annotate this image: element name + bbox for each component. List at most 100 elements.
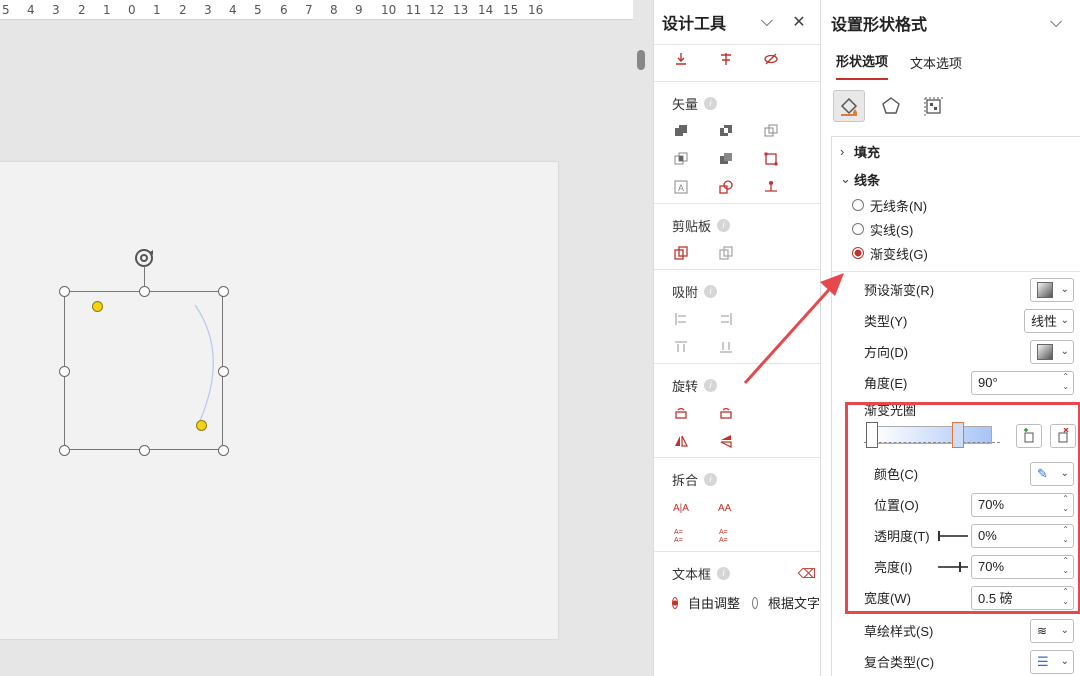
- option-solid-line[interactable]: 实线(S): [832, 217, 1080, 241]
- edit-points-icon[interactable]: [762, 151, 780, 167]
- info-icon[interactable]: i: [717, 567, 731, 580]
- scrollbar[interactable]: [633, 0, 653, 676]
- chevron-down-icon[interactable]: ⌵: [1050, 14, 1080, 32]
- gradient-stop-bar[interactable]: [864, 422, 1040, 452]
- ruler-number: 5: [254, 3, 262, 17]
- resize-handle[interactable]: [218, 366, 229, 377]
- snap-bottom-icon[interactable]: [717, 339, 735, 355]
- type-value: 线性: [1031, 314, 1058, 329]
- position-input[interactable]: 70%: [971, 492, 1074, 517]
- svg-text:AA: AA: [718, 503, 732, 514]
- resize-handle[interactable]: [139, 445, 150, 456]
- resize-handle[interactable]: [218, 286, 229, 297]
- preset-gradient-dropdown[interactable]: ⌄: [1030, 277, 1074, 302]
- effects-pentagon-icon[interactable]: [875, 90, 907, 122]
- connector-icon[interactable]: [762, 179, 780, 195]
- ruler-number: 14: [478, 3, 494, 17]
- flip-vertical-icon[interactable]: [717, 433, 735, 449]
- info-icon[interactable]: i: [704, 97, 718, 110]
- flip-horizontal-icon[interactable]: [672, 433, 690, 449]
- remove-gradient-stop-button[interactable]: [1050, 424, 1076, 448]
- angle-input[interactable]: 90°: [971, 370, 1074, 395]
- resize-handle[interactable]: [59, 366, 70, 377]
- sketch-style-label: 草绘样式(S): [864, 624, 934, 639]
- color-dropdown[interactable]: ✎ ⌄: [1030, 461, 1074, 486]
- fragment-icon[interactable]: [762, 123, 780, 139]
- chevron-right-icon: ›: [840, 143, 845, 159]
- ruler-number: 12: [429, 3, 445, 17]
- info-icon[interactable]: i: [704, 285, 718, 298]
- tab-shape-options[interactable]: 形状选项: [836, 51, 889, 80]
- shape-icon[interactable]: [717, 179, 735, 195]
- fill-line-icon[interactable]: [833, 90, 865, 122]
- union-icon[interactable]: [672, 123, 690, 139]
- snap-left-icon[interactable]: [672, 311, 690, 327]
- fill-section-toggle[interactable]: › 填充: [832, 137, 1080, 165]
- ruler-number: 0: [128, 3, 136, 17]
- brightness-input[interactable]: 70%: [971, 554, 1074, 579]
- compound-lines-icon: ☰: [1037, 653, 1049, 669]
- intersect-icon[interactable]: [672, 151, 690, 167]
- scrollbar-thumb[interactable]: [637, 50, 645, 70]
- adjust-handle[interactable]: [196, 420, 207, 431]
- radio-no-line[interactable]: [852, 199, 864, 211]
- brightness-slider[interactable]: [938, 562, 968, 572]
- gradient-stops-label: 渐变光圈: [864, 402, 917, 418]
- rotate-left-icon[interactable]: [672, 405, 690, 421]
- size-position-icon[interactable]: [917, 90, 949, 122]
- chevron-down-icon: ⌄: [840, 171, 851, 186]
- hide-icon[interactable]: [762, 51, 780, 67]
- option-gradient-line[interactable]: 渐变线(G): [832, 241, 1080, 265]
- info-icon[interactable]: i: [704, 379, 718, 392]
- close-icon[interactable]: ✕: [788, 12, 810, 32]
- copy-icon[interactable]: [672, 245, 690, 261]
- radio-fit-text[interactable]: [752, 596, 758, 609]
- tab-text-options[interactable]: 文本选项: [910, 53, 962, 80]
- line-label: 线条: [854, 172, 881, 188]
- option-no-line[interactable]: 无线条(N): [832, 193, 1080, 217]
- gradient-stop-handle[interactable]: [866, 422, 878, 448]
- align-bottom-icon[interactable]: [672, 51, 690, 67]
- snap-top-icon[interactable]: [672, 339, 690, 355]
- paste-icon[interactable]: [717, 245, 735, 261]
- info-icon[interactable]: i: [717, 219, 731, 232]
- width-input[interactable]: 0.5 磅: [971, 585, 1074, 610]
- type-dropdown[interactable]: 线性 ⌄: [1024, 308, 1074, 333]
- chevron-down-icon[interactable]: ⌵: [756, 13, 778, 31]
- radio-label-free-adjust: 自由调整: [687, 596, 740, 611]
- color-label: 颜色(C): [874, 467, 919, 482]
- line-section-toggle[interactable]: ⌄ 线条: [832, 165, 1080, 193]
- direction-dropdown[interactable]: ⌄: [1030, 339, 1074, 364]
- merge-text-icon[interactable]: AA: [717, 499, 735, 515]
- slide-canvas[interactable]: 5 4 3 2 1 0 1 2 3 4 5 6 7 8 9 10 11 12 1…: [0, 0, 635, 676]
- radio-solid-line[interactable]: [852, 223, 864, 235]
- subtract-icon[interactable]: [717, 151, 735, 167]
- compound-type-dropdown[interactable]: ☰ ⌄: [1030, 649, 1074, 674]
- radio-free-adjust[interactable]: [672, 596, 678, 609]
- split-text-icon[interactable]: A|A: [672, 499, 690, 515]
- rotate-right-icon[interactable]: [717, 405, 735, 421]
- brightness-value: 70%: [978, 559, 1005, 574]
- split-paragraph-icon[interactable]: A= A=: [672, 527, 690, 543]
- merge-paragraph-icon[interactable]: A= A=: [717, 527, 735, 543]
- resize-handle[interactable]: [59, 286, 70, 297]
- gradient-stop-handle-active[interactable]: [952, 422, 964, 448]
- text-to-shape-icon[interactable]: A: [672, 179, 690, 195]
- radio-gradient-line[interactable]: [852, 247, 864, 259]
- sketch-style-dropdown[interactable]: ≋ ⌄: [1030, 618, 1074, 643]
- info-icon[interactable]: i: [704, 473, 718, 486]
- resize-handle[interactable]: [59, 445, 70, 456]
- eraser-icon[interactable]: ⌫: [798, 566, 816, 582]
- add-gradient-stop-button[interactable]: [1016, 424, 1042, 448]
- transparency-input[interactable]: 0%: [971, 523, 1074, 548]
- align-center-icon[interactable]: [717, 51, 735, 67]
- ruler-number: 15: [503, 3, 519, 17]
- transparency-slider[interactable]: [938, 531, 968, 541]
- adjust-handle[interactable]: [92, 301, 103, 312]
- ruler-number: 4: [229, 3, 237, 17]
- resize-handle[interactable]: [218, 445, 229, 456]
- svg-text:A=: A=: [674, 537, 683, 543]
- resize-handle[interactable]: [139, 286, 150, 297]
- combine-icon[interactable]: [717, 123, 735, 139]
- snap-right-icon[interactable]: [717, 311, 735, 327]
